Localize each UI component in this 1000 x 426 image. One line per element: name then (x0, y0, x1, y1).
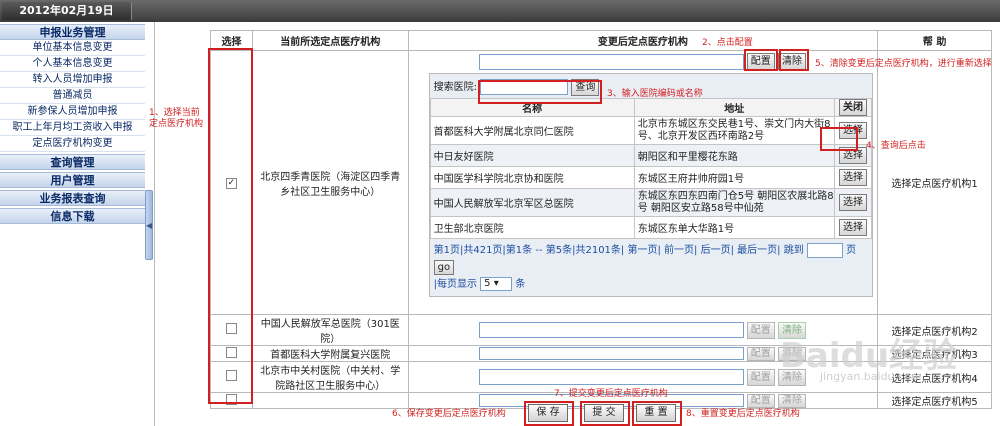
chevron-down-icon: ▾ (493, 278, 499, 289)
highlight-checkbox-column (208, 48, 253, 404)
highlight-reset-button (632, 401, 682, 426)
header-current: 当前所选定点医疗机构 (251, 30, 409, 51)
result-address: 东城区东四东四南门仓5号 朝阳区农展北路8号 朝阳区安立路58号中仙苑 (633, 188, 835, 217)
config-button-2[interactable]: 配置 (746, 321, 775, 339)
help-text-5: 选择定点医疗机构5 (891, 397, 978, 408)
changed-hospital-input-1[interactable] (478, 53, 744, 70)
select-button-5[interactable]: 选择 (838, 219, 867, 236)
result-name: 中国人民解放军北京军区总医院 (429, 188, 635, 217)
sidebar-section-download[interactable]: 信息下载 (0, 208, 145, 224)
changed-hospital-input-2[interactable] (478, 322, 744, 338)
pager-summary: 第1页|共421页|第1条 -- 第5条|共2101条| (433, 245, 625, 256)
pager: 第1页|共421页|第1条 -- 第5条|共2101条| 第一页| 前一页| 后… (430, 239, 873, 296)
annotation-2: 2、点击配置 (702, 38, 753, 48)
sidebar-section-report[interactable]: 业务报表查询 (0, 190, 145, 206)
sidebar-item-personal-info[interactable]: 个人基本信息变更 (0, 56, 145, 72)
select-button-4[interactable]: 选择 (838, 194, 867, 211)
sidebar-section-query[interactable]: 查询管理 (0, 154, 145, 170)
result-address: 东城区东单大华路1号 (633, 216, 835, 239)
watermark-url: jingyan.baidu.com (820, 370, 922, 383)
current-hospital-4: 北京市中关村医院（中关村、学院路社区卫生服务中心） (260, 366, 401, 392)
per-page-label: |每页显示 (433, 279, 477, 290)
list-item: 中国医学科学院北京协和医院 东城区王府井帅府园1号 选择 (429, 166, 873, 189)
changed-hospital-input-3[interactable] (478, 347, 744, 360)
help-text-1: 选择定点医疗机构1 (891, 179, 978, 190)
annotation-8: 8、重置变更后定点医疗机构 (686, 409, 800, 419)
result-address: 北京市东城区东交民巷1号、崇文门内大街8号、北京开发区西环南路2号 (633, 116, 835, 145)
pager-page-unit: 页 (846, 245, 857, 256)
highlight-search (478, 80, 602, 104)
annotation-6: 6、保存变更后定点医疗机构 (392, 409, 506, 419)
result-address: 东城区王府井帅府园1号 (633, 166, 835, 189)
top-bar: 2012年02月19日 (0, 0, 1000, 22)
sidebar-item-wage[interactable]: 职工上年月均工资收入申报 (0, 120, 145, 136)
frame-divider (154, 22, 155, 426)
highlight-save-button (524, 401, 574, 426)
list-item: 中国人民解放军北京军区总医院 东城区东四东四南门仓5号 朝阳区农展北路8号 朝阳… (429, 188, 873, 217)
sidebar: 申报业务管理 单位基本信息变更 个人基本信息变更 转入人员增加申报 普通减员 新… (0, 22, 145, 426)
pager-next-link[interactable]: 后一页 (701, 245, 731, 256)
per-page-value: 5 (484, 278, 491, 289)
pager-last-link[interactable]: 最后一页 (737, 245, 777, 256)
header-changed: 变更后定点医疗机构 (407, 30, 879, 51)
pager-first-link[interactable]: 第一页 (627, 245, 657, 256)
pager-prev-link[interactable]: 前一页 (664, 245, 694, 256)
per-page-select[interactable]: 5 ▾ (480, 277, 513, 291)
current-hospital-3: 首都医科大学附属复兴医院 (270, 350, 391, 361)
sidebar-item-transfer-in[interactable]: 转入人员增加申报 (0, 72, 145, 88)
highlight-clear-button (779, 49, 809, 71)
annotation-3: 3、输入医院编码或名称 (607, 89, 703, 99)
result-address: 朝阳区和平里樱花东路 (633, 144, 835, 167)
col-address-header: 地址 (633, 98, 835, 117)
changed-hospital-input-4[interactable] (478, 369, 744, 385)
close-button[interactable]: 关闭 (838, 99, 867, 116)
list-item: 首都医科大学附属北京同仁医院 北京市东城区东交民巷1号、崇文门内大街8号、北京开… (429, 116, 873, 145)
search-label: 搜索医院: (433, 82, 477, 93)
date-label: 2012年02月19日 (2, 2, 132, 20)
pager-jump-label: 跳到 (783, 245, 804, 256)
chevron-left-icon: ◀ (146, 221, 153, 230)
go-button[interactable]: go (433, 259, 455, 275)
annotation-4: 4、查询后点击 (866, 141, 926, 151)
current-hospital-2: 中国人民解放军总医院（301医院） (260, 319, 400, 345)
header-help: 帮 助 (877, 30, 992, 51)
annotation-5: 5、清除变更后定点医疗机构，进行重新选择 (815, 59, 992, 69)
result-name: 中国医学科学院北京协和医院 (429, 166, 635, 189)
highlight-config-button (744, 49, 778, 71)
list-item: 中日友好医院 朝阳区和平里樱花东路 选择 (429, 144, 873, 167)
config-button-4[interactable]: 配置 (746, 368, 775, 386)
sidebar-section-declare[interactable]: 申报业务管理 (0, 24, 145, 40)
config-button-3[interactable]: 配置 (746, 346, 775, 361)
hospital-search-panel: 搜索医院: 查询 名称 地址 关闭 首都医科大学附属北京同仁医院 北京市东城区东… (428, 73, 874, 297)
sidebar-item-unit-info[interactable]: 单位基本信息变更 (0, 40, 145, 56)
list-item: 卫生部北京医院 东城区东单大华路1号 选择 (429, 216, 873, 239)
sidebar-section-user[interactable]: 用户管理 (0, 172, 145, 188)
annotation-1: 1、选择当前 定点医疗机构 (149, 108, 204, 129)
annotation-7: 7、提交变更后定点医疗机构 (554, 389, 668, 399)
result-name: 首都医科大学附属北京同仁医院 (429, 116, 635, 145)
highlight-select-button (820, 127, 858, 151)
highlight-submit-button (580, 401, 630, 426)
sidebar-collapse-handle[interactable]: ◀ (145, 190, 153, 260)
sidebar-item-reduce[interactable]: 普通减员 (0, 88, 145, 104)
page-number-input[interactable] (806, 242, 843, 258)
result-name: 卫生部北京医院 (429, 216, 635, 239)
select-button-3[interactable]: 选择 (838, 169, 867, 186)
result-name: 中日友好医院 (429, 144, 635, 167)
sidebar-item-new-insured[interactable]: 新参保人员增加申报 (0, 104, 145, 120)
per-page-unit: 条 (515, 279, 526, 290)
sidebar-item-hospital-change[interactable]: 定点医疗机构变更 (0, 136, 145, 152)
current-hospital-1: 北京四季青医院（海淀区四季青乡社区卫生服务中心） (260, 171, 401, 198)
